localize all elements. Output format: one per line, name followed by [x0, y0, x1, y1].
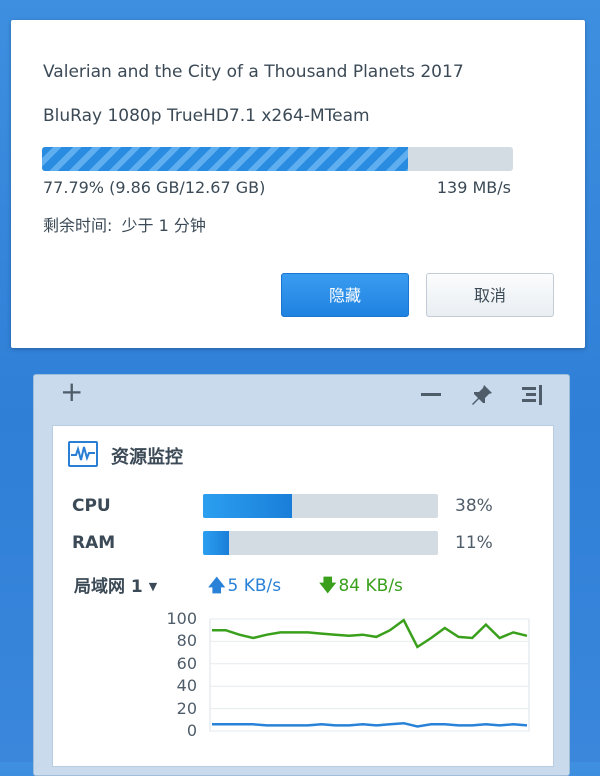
- ram-usage-bar: [203, 531, 438, 555]
- cancel-button[interactable]: 取消: [426, 273, 554, 317]
- time-remaining-label: 剩余时间:: [43, 216, 113, 235]
- resource-monitor-widget: 资源监控 CPU 38% RAM 11% 局域网 1 ▼ 🡅 5 KB/s 🡇 84 …: [52, 425, 554, 767]
- widget-title: 资源监控: [111, 447, 183, 468]
- upload-rate: 🡅 5 KB/s: [208, 573, 281, 602]
- chevron-down-icon: ▼: [148, 580, 158, 593]
- copy-progress-dialog: Valerian and the City of a Thousand Plan…: [11, 20, 585, 348]
- ram-label: RAM: [72, 533, 116, 553]
- widget-panel: + 资源监控 CPU 38% RAM 11% 局域网 1 ▼ 🡅 5 KB/s …: [33, 374, 570, 776]
- download-rate-value: 84 KB/s: [338, 576, 403, 596]
- progress-text: 77.79% (9.86 GB/12.67 GB): [43, 178, 266, 197]
- plus-icon[interactable]: +: [60, 378, 83, 406]
- file-title: Valerian and the City of a Thousand Plan…: [43, 62, 464, 82]
- network-selector-label: 局域网 1: [74, 577, 143, 597]
- cpu-usage-bar: [203, 494, 438, 518]
- transfer-speed: 139 MB/s: [436, 178, 511, 197]
- network-selector[interactable]: 局域网 1 ▼: [74, 572, 157, 597]
- cpu-value: 38%: [455, 496, 493, 516]
- ram-value: 11%: [455, 533, 493, 553]
- upload-series-line: [212, 721, 528, 728]
- arrow-up-icon: 🡅: [208, 576, 226, 596]
- widget-toolbar: +: [34, 375, 569, 419]
- cpu-label: CPU: [72, 496, 111, 516]
- arrow-down-icon: 🡇: [319, 576, 337, 596]
- upload-rate-value: 5 KB/s: [227, 576, 282, 596]
- pin-icon[interactable]: [470, 383, 494, 411]
- hide-button[interactable]: 隐藏: [281, 273, 409, 317]
- download-series-line: [212, 618, 528, 649]
- network-chart: [209, 618, 530, 732]
- file-subtitle: BluRay 1080p TrueHD7.1 x264-MTeam: [43, 106, 370, 126]
- activity-monitor-icon: [68, 441, 98, 467]
- cpu-usage-fill: [203, 494, 293, 518]
- copy-progress-fill: [42, 147, 409, 171]
- time-remaining: 剩余时间: 少于 1 分钟: [43, 212, 210, 236]
- copy-progress-bar: [42, 147, 513, 171]
- menu-icon[interactable]: [520, 383, 544, 411]
- download-rate: 🡇 84 KB/s: [319, 573, 403, 602]
- ram-usage-fill: [203, 531, 229, 555]
- minus-icon[interactable]: [420, 383, 442, 411]
- time-remaining-value: 少于 1 分钟: [121, 216, 206, 235]
